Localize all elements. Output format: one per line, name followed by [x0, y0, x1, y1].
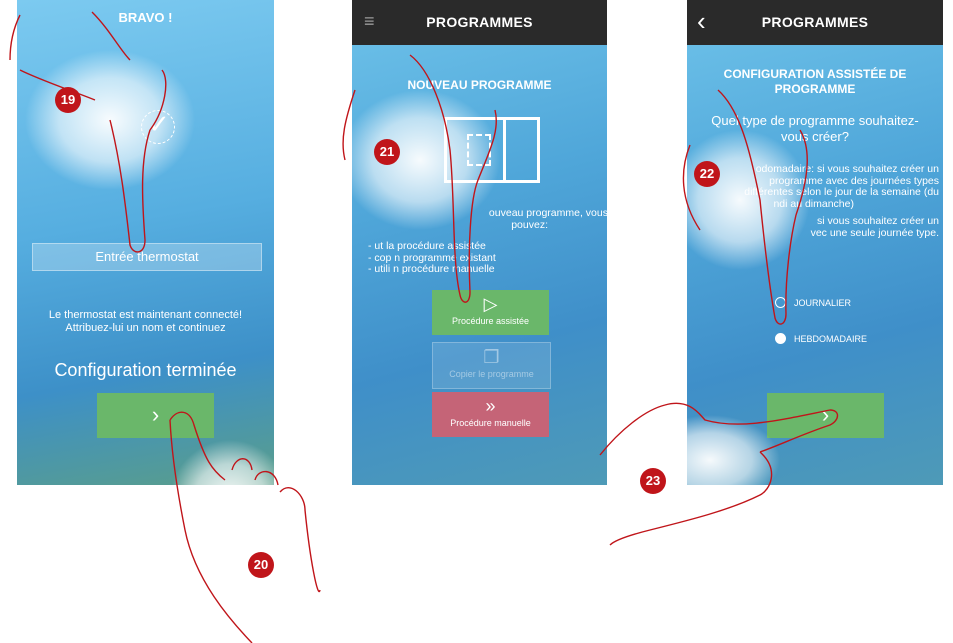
topbar-title: PROGRAMMES — [426, 14, 533, 30]
play-icon: ▷ — [483, 294, 498, 314]
radio-weekly[interactable]: HEBDOMADAIRE — [775, 333, 867, 344]
radio-daily[interactable]: JOURNALIER — [775, 297, 851, 308]
intro-text: ouveau programme, vous pouvez: — [488, 207, 607, 231]
screen-title: BRAVO ! — [118, 10, 173, 25]
chevron-right-icon: › — [821, 402, 830, 427]
copy-icon: ❐ — [483, 347, 500, 367]
options-list: - ut la procédure assistée - cop n progr… — [368, 240, 496, 275]
top-bar: ≡ PROGRAMMES — [352, 0, 607, 45]
step-badge-23: 23 — [640, 468, 666, 494]
chevron-right-icon: › — [151, 402, 160, 427]
thermostat-name-input[interactable]: Entrée thermostat — [32, 243, 262, 271]
next-button[interactable]: › — [97, 393, 214, 438]
topbar-title: PROGRAMMES — [761, 14, 869, 30]
check-icon: ✓ — [141, 109, 175, 144]
fast-forward-icon: » — [485, 396, 496, 416]
manual-procedure-button[interactable]: » Procédure manuelle — [432, 392, 549, 437]
step-badge-20: 20 — [248, 552, 274, 578]
assisted-procedure-button[interactable]: ▷ Procédure assistée — [432, 290, 549, 335]
configuration-done-label: Configuration terminée — [54, 360, 237, 380]
program-illustration-icon — [444, 117, 540, 183]
radio-circle-icon — [775, 297, 786, 308]
description-text: odomadaire: si vous souhaitez créer un p… — [744, 163, 939, 239]
radio-selected-icon — [775, 333, 786, 344]
next-button[interactable]: › — [767, 393, 884, 438]
step-badge-19: 19 — [55, 87, 81, 113]
screen-new-program: ≡ PROGRAMMES NOUVEAU PROGRAMME ouveau pr… — [352, 0, 607, 485]
connected-message: Le thermostat est maintenant connecté! A… — [48, 309, 243, 334]
question-text: Quel type de programme souhaitez- vous c… — [711, 113, 919, 144]
screen-assisted-configuration: ‹ PROGRAMMES CONFIGURATION ASSISTÉE DE P… — [687, 0, 943, 485]
step-badge-22: 22 — [694, 161, 720, 187]
screen-configuration-complete: BRAVO ! ✓ Entrée thermostat Le thermosta… — [17, 0, 274, 485]
top-bar: ‹ PROGRAMMES — [687, 0, 943, 45]
step-badge-21: 21 — [374, 139, 400, 165]
copy-program-button[interactable]: ❐ Copier le programme — [432, 342, 551, 389]
page-heading: CONFIGURATION ASSISTÉE DE PROGRAMME — [723, 67, 907, 96]
page-heading: NOUVEAU PROGRAMME — [407, 78, 552, 92]
